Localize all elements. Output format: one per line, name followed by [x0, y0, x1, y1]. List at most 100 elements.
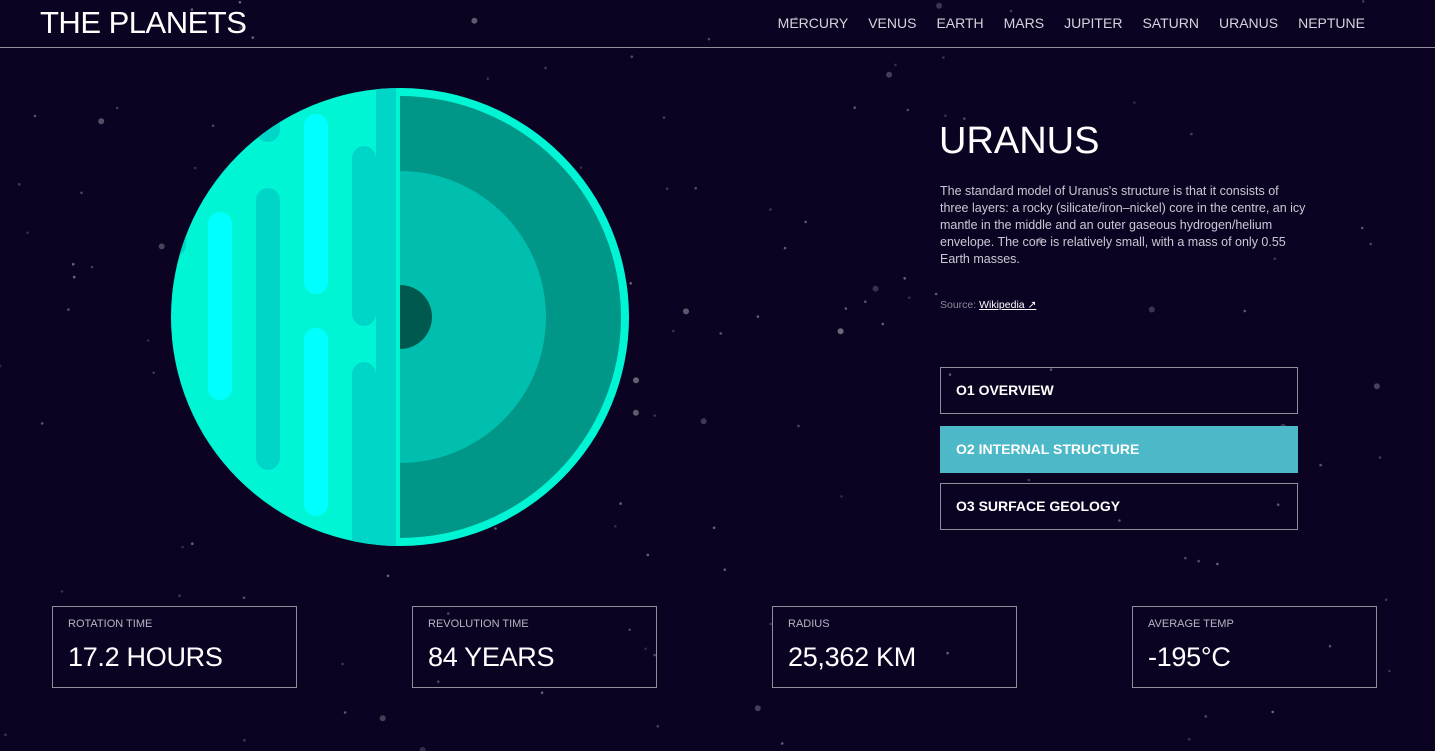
- star: [700, 418, 707, 425]
- stat-revolution-time: REVOLUTION TIME 84 YEARS: [412, 606, 657, 688]
- star: [754, 705, 761, 712]
- tab-overview[interactable]: O1 OVERVIEW: [940, 367, 1298, 414]
- star: [853, 106, 856, 109]
- star: [665, 187, 669, 190]
- star: [630, 55, 634, 58]
- star: [723, 568, 727, 571]
- nav-link-jupiter[interactable]: JUPITER: [1064, 15, 1122, 31]
- star: [243, 738, 246, 742]
- nav-link-venus[interactable]: VENUS: [868, 15, 916, 31]
- star: [152, 371, 155, 375]
- star: [1133, 101, 1136, 104]
- stat-value: -195°C: [1148, 642, 1231, 672]
- stat-label: AVERAGE TEMP: [1148, 618, 1234, 630]
- star: [72, 275, 76, 279]
- star: [1184, 556, 1187, 560]
- star: [486, 77, 490, 80]
- star: [18, 183, 21, 186]
- star: [907, 296, 911, 300]
- star: [837, 328, 844, 335]
- star: [1369, 242, 1372, 246]
- star: [694, 186, 697, 190]
- star: [1384, 598, 1388, 602]
- nav-link-uranus[interactable]: URANUS: [1219, 15, 1278, 31]
- star: [60, 590, 64, 593]
- star: [1190, 132, 1193, 136]
- star: [1027, 478, 1031, 482]
- site-logo[interactable]: THE PLANETS: [40, 5, 247, 41]
- star: [719, 332, 722, 335]
- nav-link-mars[interactable]: MARS: [1004, 15, 1044, 31]
- nav-link-earth[interactable]: EARTH: [936, 15, 983, 31]
- star: [633, 377, 639, 384]
- source-label: Source:: [940, 299, 980, 311]
- star: [780, 742, 784, 745]
- star: [115, 106, 119, 110]
- star: [944, 114, 947, 117]
- star: [662, 116, 666, 119]
- star: [632, 409, 639, 416]
- planet-title: URANUS: [939, 120, 1100, 162]
- star: [178, 594, 181, 597]
- star: [90, 265, 94, 269]
- star: [881, 322, 885, 326]
- star: [653, 414, 656, 417]
- star: [942, 56, 945, 59]
- star: [1271, 710, 1274, 714]
- star: [1204, 715, 1208, 718]
- tab-surface-geology[interactable]: O3 SURFACE GEOLOGY: [940, 483, 1298, 530]
- star: [906, 108, 910, 112]
- star: [683, 308, 689, 315]
- nav-link-neptune[interactable]: NEPTUNE: [1298, 15, 1365, 31]
- planet-internal-structure-illustration: [171, 88, 629, 546]
- star: [894, 63, 897, 67]
- star: [1243, 309, 1247, 313]
- star: [1388, 669, 1391, 673]
- star: [386, 574, 390, 578]
- stat-radius: RADIUS 25,362 KM: [772, 606, 1017, 688]
- star: [1319, 463, 1322, 467]
- star: [672, 329, 675, 333]
- star: [1360, 226, 1364, 230]
- stat-value: 84 YEARS: [428, 642, 555, 672]
- star: [872, 285, 879, 292]
- star: [797, 424, 800, 428]
- star: [4, 733, 7, 737]
- star: [242, 596, 246, 600]
- source-link-text: Wikipedia: [979, 299, 1025, 311]
- star: [783, 246, 787, 250]
- source-line: Source: Wikipedia ↗: [940, 299, 1036, 311]
- star: [646, 553, 650, 557]
- stat-label: REVOLUTION TIME: [428, 618, 529, 630]
- source-link[interactable]: Wikipedia ↗: [979, 299, 1036, 311]
- site-header: THE PLANETS MERCURY VENUS EARTH MARS JUP…: [0, 0, 1435, 48]
- nav-link-mercury[interactable]: MERCURY: [778, 15, 849, 31]
- star: [26, 231, 29, 234]
- stat-rotation-time: ROTATION TIME 17.2 HOURS: [52, 606, 297, 688]
- nav-link-saturn[interactable]: SATURN: [1142, 15, 1199, 31]
- stat-value: 25,362 KM: [788, 642, 916, 672]
- star: [769, 208, 772, 211]
- star: [71, 262, 75, 266]
- star: [540, 691, 544, 694]
- star: [379, 715, 386, 722]
- star: [419, 746, 426, 751]
- star: [544, 66, 547, 70]
- star: [98, 118, 105, 125]
- star: [1373, 383, 1380, 390]
- star: [844, 307, 848, 310]
- star: [656, 725, 660, 728]
- star: [1216, 562, 1219, 566]
- star: [80, 191, 83, 195]
- star: [756, 315, 760, 318]
- star: [343, 711, 347, 714]
- stat-label: RADIUS: [788, 618, 830, 630]
- star: [1378, 456, 1382, 459]
- star: [1148, 306, 1155, 313]
- star: [840, 495, 843, 498]
- star: [341, 662, 344, 666]
- stat-value: 17.2 HOURS: [68, 642, 223, 672]
- stat-average-temp: AVERAGE TEMP -195°C: [1132, 606, 1377, 688]
- tab-internal-structure[interactable]: O2 INTERNAL STRUCTURE: [940, 426, 1298, 473]
- star: [934, 292, 938, 296]
